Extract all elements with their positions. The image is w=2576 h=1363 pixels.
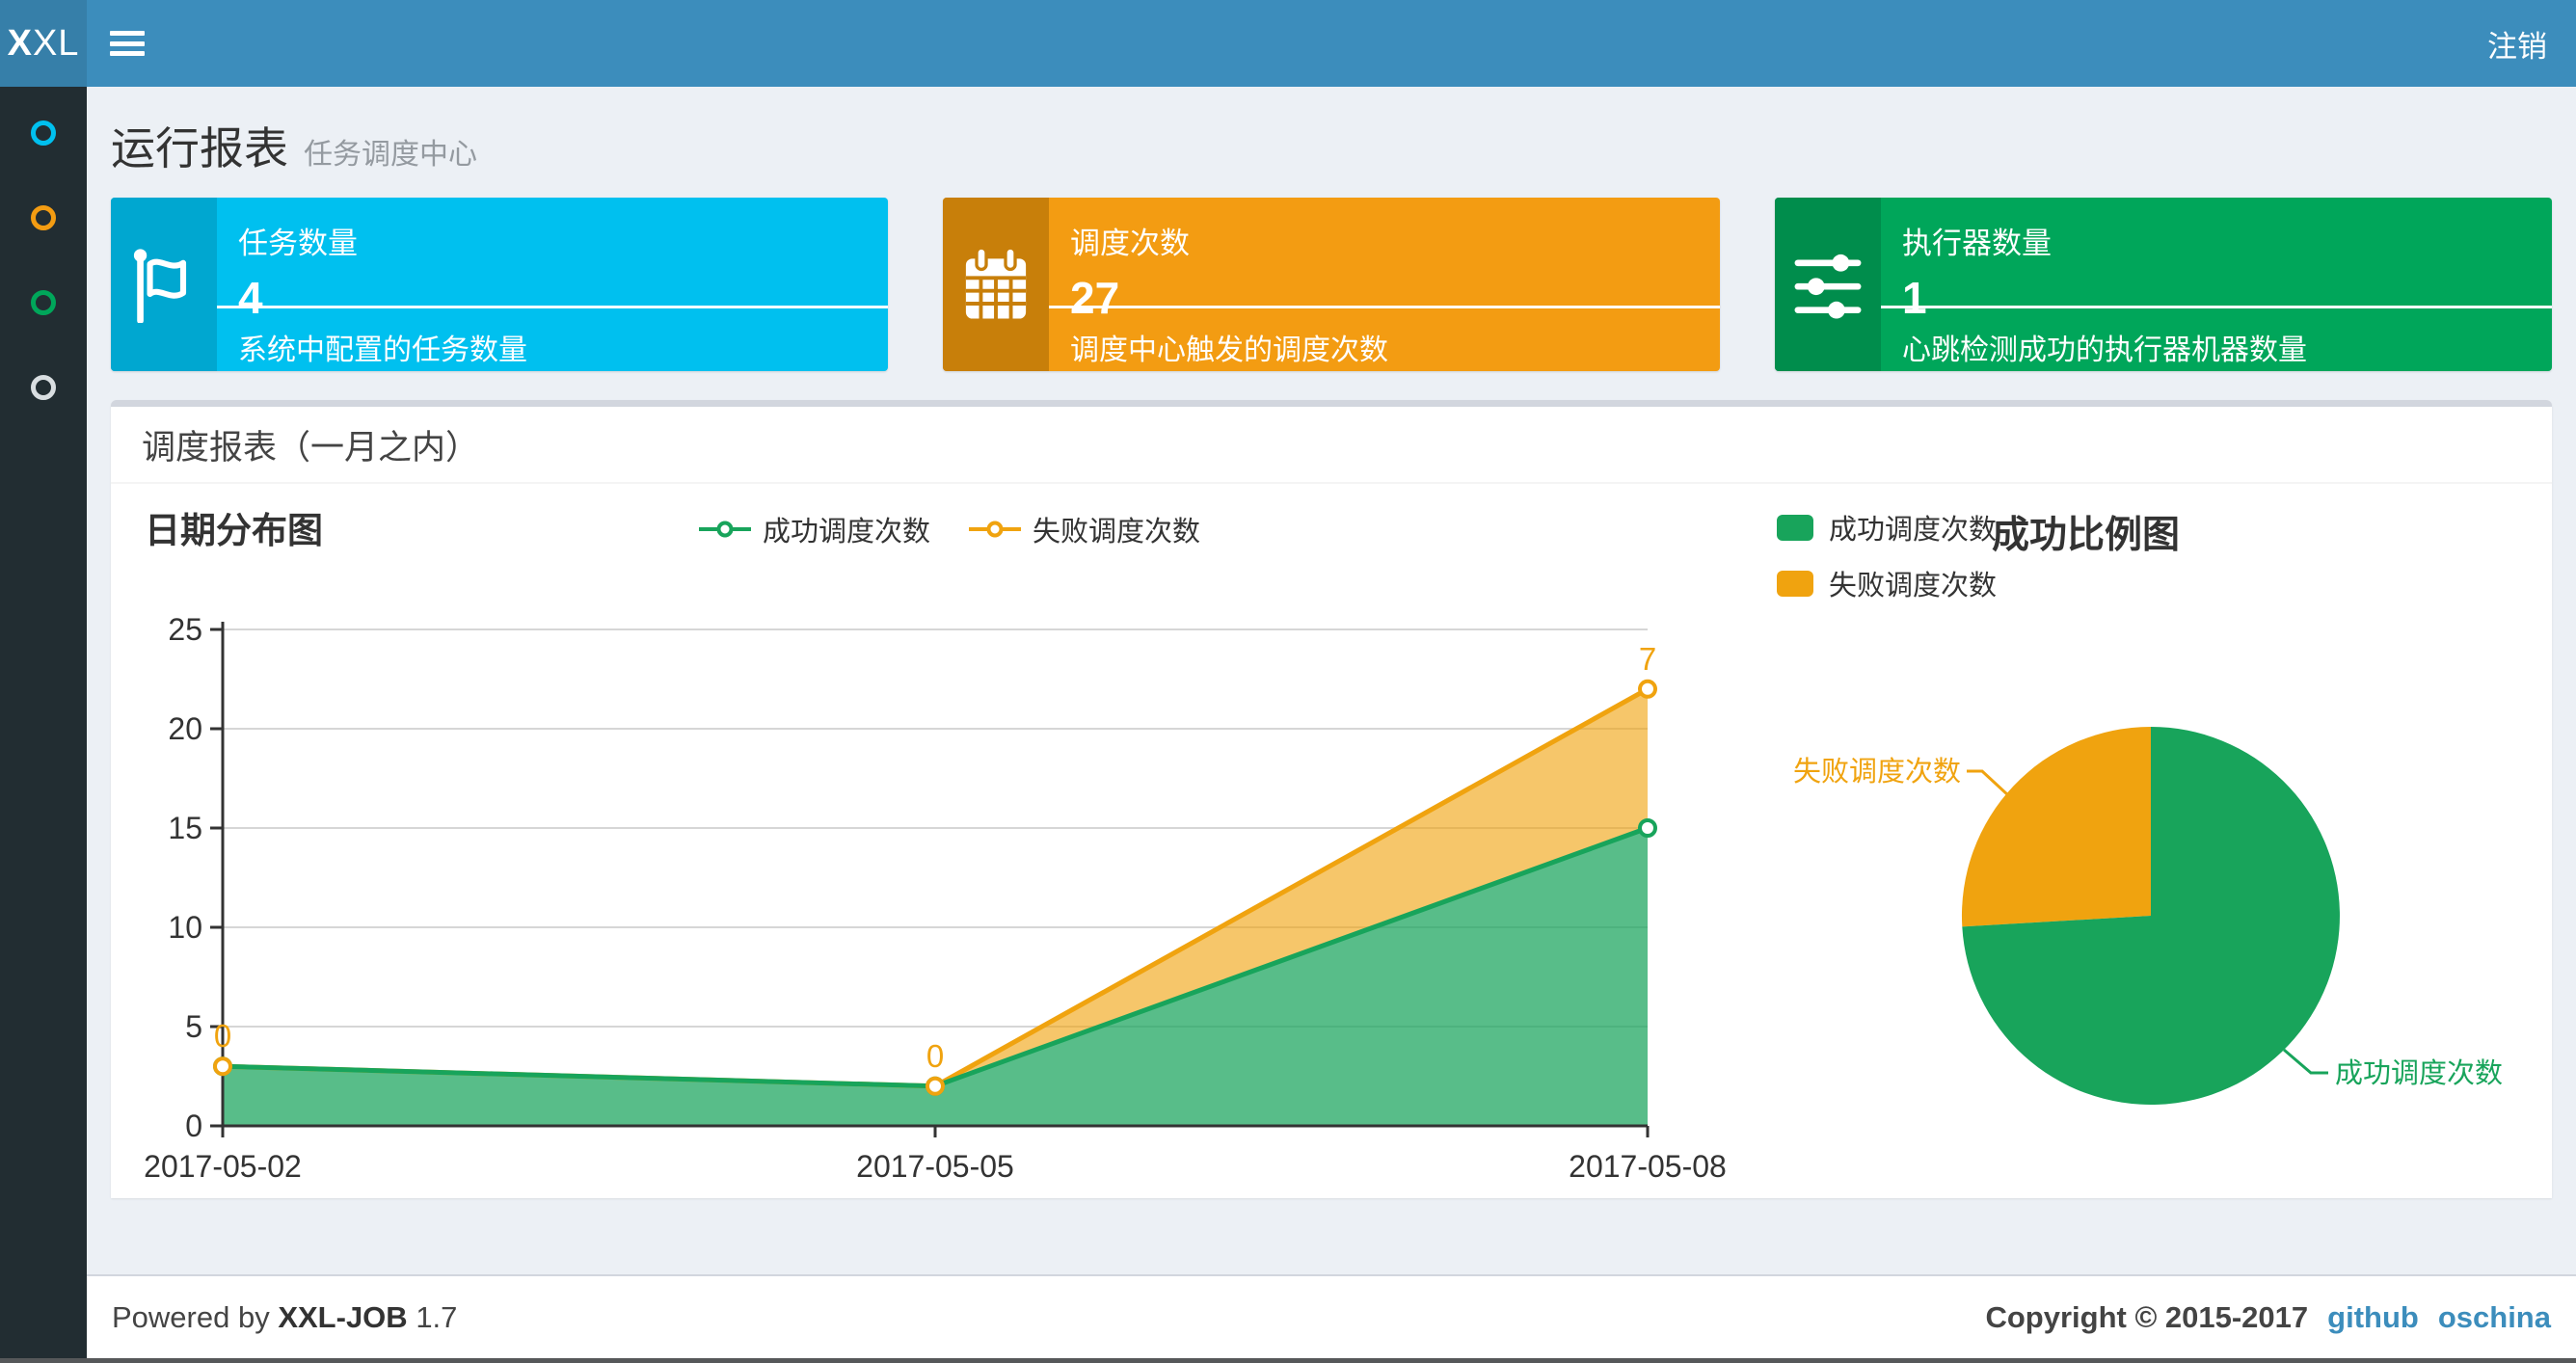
powered-by-text: Powered by XXL-JOB 1.7 <box>112 1299 458 1334</box>
svg-text:0: 0 <box>185 1109 202 1143</box>
stat-description: 心跳检测成功的执行器机器数量 <box>1902 334 2307 366</box>
circle-icon <box>31 375 56 400</box>
stat-value: 1 <box>1902 273 1927 323</box>
flag-icon <box>111 198 217 371</box>
github-link[interactable]: github <box>2327 1300 2419 1335</box>
sliders-icon <box>1775 198 1881 371</box>
svg-text:25: 25 <box>168 614 202 647</box>
xxl-job-dashboard: X XL 注销 运行报表 任务调度中心 任务数量 4 系统中配置的任务数量 调度… <box>0 0 2576 1363</box>
stat-box-trigger-count: 调度次数 27 调度中心触发的调度次数 <box>943 198 1720 371</box>
circle-icon <box>31 290 56 315</box>
panel-title: 调度报表（一月之内） <box>142 428 480 467</box>
line-chart-title: 日期分布图 <box>145 511 323 550</box>
stat-box-row: 任务数量 4 系统中配置的任务数量 调度次数 27 调度中心触发的调度次数 执行… <box>111 198 2552 371</box>
stat-label: 任务数量 <box>238 227 358 260</box>
calendar-icon <box>943 198 1049 371</box>
stat-divider <box>217 306 888 308</box>
app-logo-rest: XL <box>32 22 80 64</box>
svg-text:7: 7 <box>1639 641 1656 677</box>
content-header: 运行报表 任务调度中心 <box>111 114 477 177</box>
stat-box-executor-count: 执行器数量 1 心跳检测成功的执行器机器数量 <box>1775 198 2552 371</box>
window-bottom-edge <box>0 1358 2576 1363</box>
copyright-text: Copyright © 2015-2017 <box>1985 1299 2309 1334</box>
date-distribution-chart: 05101520252017-05-02 2017-05-05 2017-05-08… <box>145 614 1726 1184</box>
svg-text:失败调度次数: 失败调度次数 <box>1793 756 1961 788</box>
legend-label: 成功调度次数 <box>763 517 931 548</box>
stat-value: 27 <box>1070 273 1120 323</box>
stat-description: 调度中心触发的调度次数 <box>1070 334 1388 366</box>
panel-header: 调度报表（一月之内） <box>111 407 2552 484</box>
circle-icon <box>31 120 56 146</box>
sidebar-item-run-report[interactable] <box>0 91 87 175</box>
svg-text:2017-05-02: 2017-05-02 <box>145 1149 302 1184</box>
stat-divider <box>1049 306 1720 308</box>
swatch-icon <box>1777 514 1813 541</box>
sidebar-item-help[interactable] <box>0 345 87 430</box>
swatch-icon <box>1777 570 1813 597</box>
schedule-report-panel: 调度报表（一月之内） 日期分布图 成功调度次数 失败调度次数 0 5 10 15 20 25… <box>111 400 2552 1198</box>
stat-description: 系统中配置的任务数量 <box>238 334 527 366</box>
sidebar-item-job-log[interactable] <box>0 260 87 345</box>
sidebar <box>0 87 87 1363</box>
pie-chart-title: 成功比例图 <box>1992 515 2181 556</box>
hamburger-icon[interactable] <box>106 25 148 62</box>
app-logo-bold: X <box>7 22 33 64</box>
svg-text:15: 15 <box>168 811 202 845</box>
svg-text:2017-05-08: 2017-05-08 <box>1569 1149 1726 1184</box>
legend-item[interactable]: 成功调度次数 <box>1777 507 1997 548</box>
legend-label: 成功调度次数 <box>1829 515 1998 546</box>
sidebar-item-job-manage[interactable] <box>0 175 87 260</box>
svg-text:0: 0 <box>214 1018 231 1054</box>
page-subtitle: 任务调度中心 <box>304 139 477 171</box>
legend-label: 失败调度次数 <box>1033 517 1201 548</box>
success-ratio-chart: 失败调度次数成功调度次数 <box>1793 727 2503 1105</box>
svg-text:0: 0 <box>926 1038 944 1074</box>
top-navbar: X XL 注销 <box>0 0 2576 87</box>
legend-item[interactable]: 失败调度次数 <box>969 509 1200 549</box>
logout-button[interactable]: 注销 <box>2458 0 2576 87</box>
line-marker-icon <box>969 516 1022 543</box>
product-name: XXL-JOB <box>278 1299 408 1334</box>
stat-box-job-count: 任务数量 4 系统中配置的任务数量 <box>111 198 888 371</box>
svg-text:20: 20 <box>168 711 202 746</box>
stat-value: 4 <box>238 273 263 323</box>
legend-label: 失败调度次数 <box>1829 571 1998 601</box>
circle-icon <box>31 205 56 230</box>
stat-label: 调度次数 <box>1070 227 1190 260</box>
stat-label: 执行器数量 <box>1902 227 2052 260</box>
line-chart-legend: 成功调度次数 失败调度次数 <box>699 509 1200 549</box>
page-footer: Powered by XXL-JOB 1.7 Copyright © 2015-… <box>87 1274 2576 1358</box>
app-logo[interactable]: X XL <box>0 0 87 87</box>
pie-chart-legend: 成功调度次数 失败调度次数 <box>1777 507 1997 603</box>
svg-text:成功调度次数: 成功调度次数 <box>2335 1057 2503 1089</box>
legend-item[interactable]: 失败调度次数 <box>1777 563 1997 603</box>
oschina-link[interactable]: oschina <box>2438 1300 2551 1335</box>
page-title: 运行报表 <box>111 123 288 174</box>
stat-divider <box>1881 306 2552 308</box>
legend-item[interactable]: 成功调度次数 <box>699 509 930 549</box>
line-marker-icon <box>699 516 751 543</box>
svg-text:10: 10 <box>168 910 202 945</box>
svg-text:2017-05-05: 2017-05-05 <box>856 1149 1014 1184</box>
svg-text:5: 5 <box>185 1009 202 1044</box>
